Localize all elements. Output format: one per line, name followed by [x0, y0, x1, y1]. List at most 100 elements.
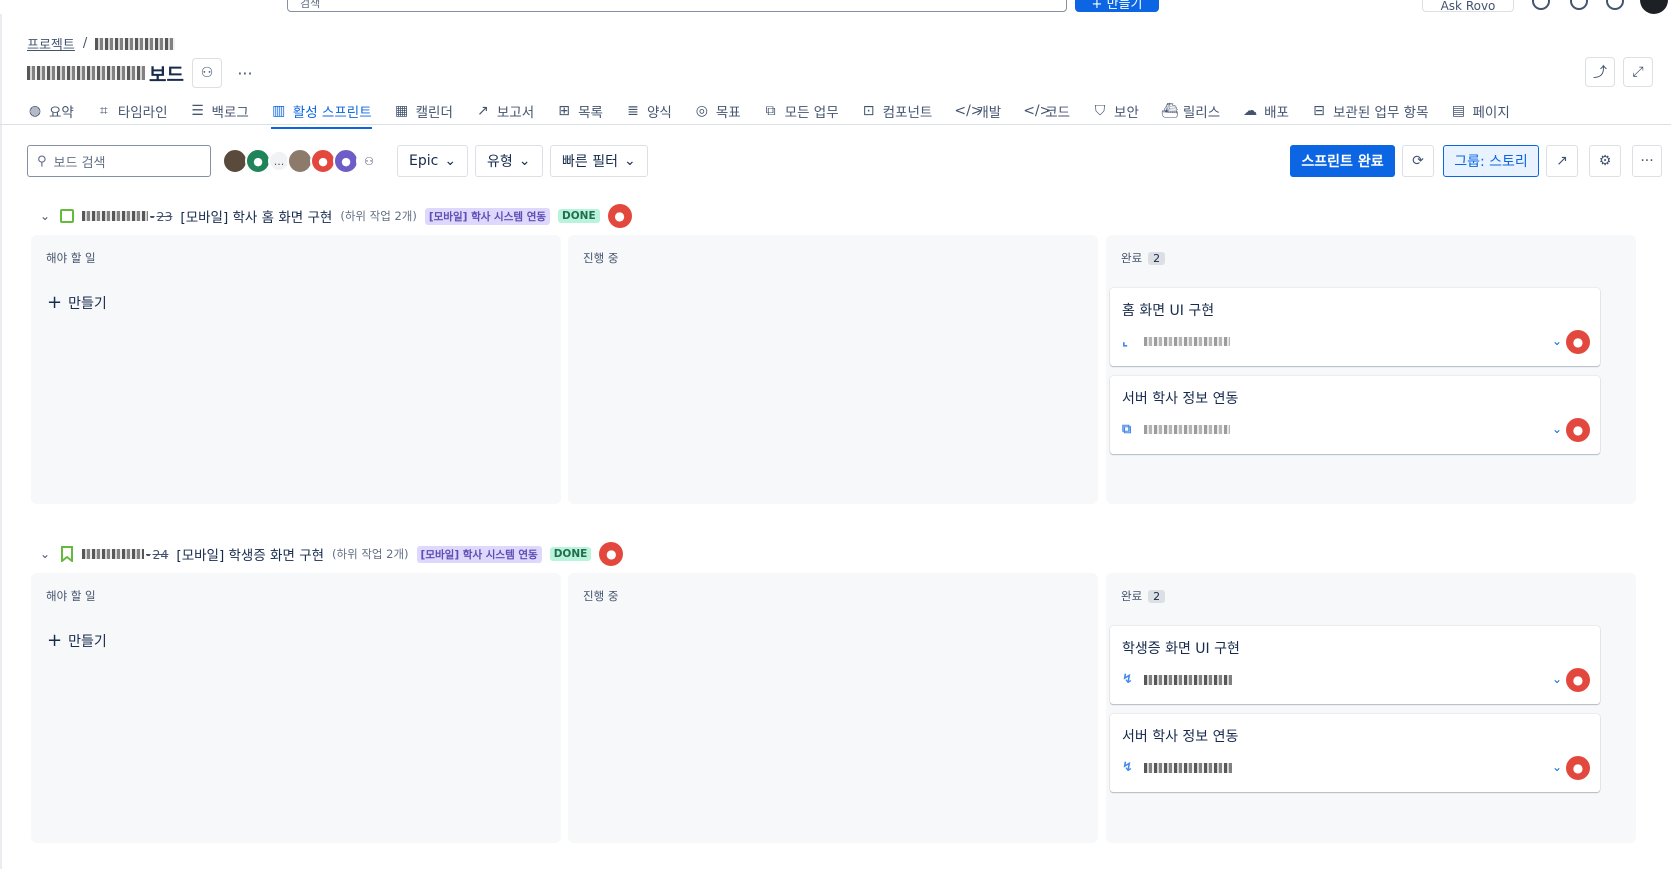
top-navigation: 검색 + 만들기 Ask Rovo	[0, 0, 1671, 14]
page-header: 보드 ⚇ ···	[27, 58, 260, 88]
card-meta: ↯	[1122, 672, 1232, 687]
tab-17[interactable]: ▤ 페이지	[1451, 97, 1510, 125]
chevron-down-icon: ⌄	[623, 153, 636, 169]
epic-filter-button[interactable]: Epic ⌄	[397, 145, 469, 177]
page-title: 보드	[27, 60, 184, 87]
swimlane-header[interactable]: ⌄ -23 [모바일] 학사 홈 화면 구현 (하위 작업 2개) [모바일] …	[40, 204, 632, 228]
card-key-redacted	[1144, 674, 1232, 685]
insights-button[interactable]: ↗	[1546, 145, 1578, 177]
tab-0[interactable]: ◍ 요약	[27, 97, 74, 125]
sprint-goal-button[interactable]: ⟳	[1402, 145, 1434, 177]
chevron-down-icon: ⌄	[444, 153, 457, 169]
expand-icon: ⤢	[1632, 64, 1644, 80]
tab-label: 컴포넌트	[882, 105, 933, 121]
notification-icon[interactable]	[1532, 0, 1550, 10]
create-issue-button[interactable]: + 만들기	[47, 293, 107, 313]
goal-icon: ◎	[695, 103, 708, 119]
team-button[interactable]: ⚇	[191, 58, 222, 88]
tab-label: 목록	[578, 105, 603, 121]
card-assignee-avatar[interactable]: ●	[1566, 418, 1590, 442]
tab-9[interactable]: ⧉ 모든 업무	[763, 97, 839, 125]
more-actions-button[interactable]: ···	[230, 58, 260, 88]
issue-key[interactable]: -24	[82, 547, 168, 562]
code-icon: </>	[954, 103, 983, 119]
tab-label: 요약	[49, 105, 74, 121]
tab-label: 보안	[1114, 105, 1139, 121]
issue-card[interactable]: 홈 화면 UI 구현 ⌞ ⌄ ●	[1110, 288, 1600, 366]
type-filter-button[interactable]: 유형 ⌄	[475, 145, 543, 177]
breadcrumb-projects-link[interactable]: 프로젝트	[27, 34, 75, 53]
card-meta: ⌞	[1122, 334, 1230, 349]
card-assignee-avatar[interactable]: ●	[1566, 668, 1590, 692]
share-icon: ⤴	[1593, 65, 1607, 81]
tab-5[interactable]: ↗ 보고서	[475, 97, 534, 125]
column-title-label: 완료	[1121, 589, 1143, 603]
issue-card[interactable]: 서버 학사 정보 연동 ⧉ ⌄ ●	[1110, 376, 1600, 454]
card-assignee-avatar[interactable]: ●	[1566, 330, 1590, 354]
unassigned-avatar[interactable]: ⚇	[356, 148, 382, 174]
user-icon: ●	[614, 209, 625, 223]
project-tabs: ◍ 요약 ⌗ 타임라인 ☰ 백로그 ▥ 활성 스프린트 ▦ 캘린더 ↗ 보고서 ⊞ 목록 ≣ 양식 ◎ 목표 ⧉ 모든…	[27, 97, 1532, 129]
column-todo: 해야 할 일 + 만들기	[31, 235, 561, 504]
issue-key-number: 23	[156, 208, 173, 224]
tab-14[interactable]: ⛴ 릴리스	[1161, 97, 1220, 125]
tab-1[interactable]: ⌗ 타임라인	[96, 97, 168, 125]
group-by-button[interactable]: 그룹: 스토리	[1443, 145, 1539, 177]
issue-key[interactable]: -23	[82, 209, 172, 224]
tab-8[interactable]: ◎ 목표	[694, 97, 741, 125]
tab-6[interactable]: ⊞ 목록	[556, 97, 603, 125]
column-in-progress: 진행 중	[568, 235, 1098, 504]
board-search-input[interactable]: ⚲ 보드 검색	[27, 145, 211, 177]
column-count: 2	[1148, 589, 1166, 603]
issue-card[interactable]: 서버 학사 정보 연동 ↯ ⌄ ●	[1110, 714, 1600, 792]
profile-avatar[interactable]	[1640, 0, 1668, 14]
fullscreen-button[interactable]: ⤢	[1623, 57, 1653, 87]
tab-label: 활성 스프린트	[292, 105, 372, 121]
help-icon[interactable]	[1570, 0, 1588, 10]
tab-4[interactable]: ▦ 캘린더	[394, 97, 453, 125]
page-icon: ▤	[1451, 103, 1466, 119]
swimlane-header[interactable]: ⌄ -24 [모바일] 학생증 화면 구현 (하위 작업 2개) [모바일] 학…	[40, 542, 624, 566]
issue-card[interactable]: 학생증 화면 UI 구현 ↯ ⌄ ●	[1110, 626, 1600, 704]
breadcrumb-project-link-redacted[interactable]	[95, 37, 176, 50]
tab-15[interactable]: ☁ 배포	[1242, 97, 1289, 125]
calendar-icon: ▦	[394, 103, 409, 119]
card-assignee-avatar[interactable]: ●	[1566, 756, 1590, 780]
board-more-button[interactable]: ···	[1632, 145, 1662, 177]
create-label: 만들기	[68, 296, 107, 312]
more-icon: ···	[1640, 153, 1654, 169]
quick-filter-button[interactable]: 빠른 필터 ⌄	[550, 145, 648, 177]
view-settings-button[interactable]: ⚙	[1589, 145, 1621, 177]
ask-rovo-button[interactable]: Ask Rovo	[1422, 0, 1514, 13]
column-title: 완료 2	[1121, 588, 1166, 604]
create-issue-button[interactable]: + 만들기	[47, 631, 107, 651]
chevron-down-icon[interactable]: ⌄	[40, 547, 52, 561]
column-title: 진행 중	[583, 589, 619, 603]
issue-key-number: 24	[152, 546, 169, 562]
settings-icon[interactable]	[1606, 0, 1624, 10]
card-title: 학생증 화면 UI 구현	[1122, 641, 1240, 657]
backlog-icon: ☰	[191, 103, 204, 119]
chevron-down-icon[interactable]: ⌄	[40, 209, 52, 223]
complete-sprint-button[interactable]: 스프린트 완료	[1290, 145, 1395, 177]
column-count: 2	[1148, 251, 1166, 265]
tab-10[interactable]: ⊡ 컴포넌트	[861, 97, 933, 125]
card-meta: ↯	[1122, 760, 1232, 775]
tab-11[interactable]: </> 개발	[954, 97, 1001, 125]
tab-7[interactable]: ≣ 양식	[625, 97, 672, 125]
create-button[interactable]: + 만들기	[1075, 0, 1159, 12]
global-search-input[interactable]: 검색	[287, 0, 1067, 12]
assignee-avatar[interactable]: ●	[599, 542, 624, 566]
tab-2[interactable]: ☰ 백로그	[190, 97, 249, 125]
quick-filter-label: 빠른 필터	[562, 154, 618, 170]
globe-icon: ◍	[28, 103, 42, 119]
assignee-avatar[interactable]: ●	[607, 204, 632, 228]
tab-16[interactable]: ⊟ 보관된 업무 항목	[1311, 97, 1428, 125]
tab-12[interactable]: </> 코드	[1023, 97, 1070, 125]
share-button[interactable]: ⤴	[1585, 57, 1615, 87]
epic-lozenge: [모바일] 학사 시스템 연동	[416, 545, 542, 563]
tab-3[interactable]: ▥ 활성 스프린트	[270, 97, 372, 129]
tab-13[interactable]: ⛉ 보안	[1092, 97, 1139, 125]
card-key-redacted	[1144, 425, 1230, 434]
card-title: 서버 학사 정보 연동	[1122, 391, 1239, 407]
